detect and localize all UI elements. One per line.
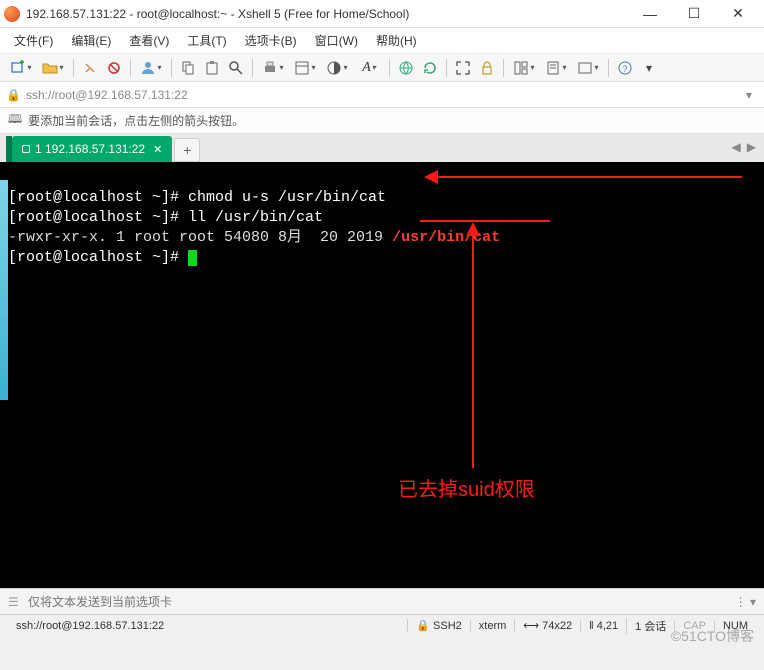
help-button[interactable]: ?	[614, 57, 636, 79]
menu-tools[interactable]: 工具(T)	[179, 29, 234, 52]
separator	[130, 59, 131, 77]
lock-icon: 🔒	[6, 88, 20, 102]
color-button[interactable]	[322, 57, 352, 79]
tab-label: 1 192.168.57.131:22	[35, 142, 145, 156]
open-button[interactable]	[38, 57, 68, 79]
reconnect-button[interactable]	[79, 57, 101, 79]
output-highlight: /usr/bin/cat	[392, 229, 500, 246]
find-button[interactable]	[225, 57, 247, 79]
status-cap: CAP	[674, 620, 714, 632]
separator	[389, 59, 390, 77]
globe-button[interactable]	[395, 57, 417, 79]
window-controls: — ☐ ✕	[628, 0, 760, 28]
output: -rwxr-xr-x. 1 root root 54080 8月 20 2019	[8, 229, 392, 246]
status-num: NUM	[714, 620, 756, 632]
separator	[73, 59, 74, 77]
compose-icon[interactable]: ☰	[8, 595, 22, 609]
address-bar: 🔒 ▾	[0, 82, 764, 108]
tip-text: 要添加当前会话，点击左侧的箭头按钮。	[28, 112, 244, 129]
tab-bar: 1 192.168.57.131:22 ✕ + ◀ ▶	[0, 134, 764, 162]
separator	[608, 59, 609, 77]
annotation-arrowhead	[424, 170, 438, 184]
disconnect-button[interactable]	[103, 57, 125, 79]
address-input[interactable]	[26, 88, 740, 102]
copy-button[interactable]	[177, 57, 199, 79]
font-button[interactable]: A	[354, 57, 384, 79]
menu-help[interactable]: 帮助(H)	[368, 29, 425, 52]
tip-bar: 🕮 要添加当前会话，点击左侧的箭头按钮。	[0, 108, 764, 134]
app-icon	[4, 6, 20, 22]
minimize-button[interactable]: —	[628, 0, 672, 28]
separator	[252, 59, 253, 77]
new-tab-button[interactable]: +	[174, 138, 200, 162]
command: chmod u-s /usr/bin/cat	[188, 189, 386, 206]
annotation-arrowhead	[466, 222, 480, 236]
svg-text:?: ?	[622, 64, 627, 74]
status-pos: ‖ 4,21	[580, 620, 626, 632]
annotation-underline	[420, 220, 550, 222]
tab-close-icon[interactable]: ✕	[153, 143, 162, 156]
tab-nav: ◀ ▶	[732, 140, 756, 154]
prompt: [root@localhost ~]#	[8, 189, 188, 206]
menu-window[interactable]: 窗口(W)	[307, 29, 366, 52]
session-tab[interactable]: 1 192.168.57.131:22 ✕	[12, 136, 172, 162]
properties-button[interactable]	[290, 57, 320, 79]
annotation-arrow	[472, 224, 474, 468]
script-button[interactable]	[541, 57, 571, 79]
profile-button[interactable]	[136, 57, 166, 79]
left-edge-decoration	[0, 180, 8, 400]
separator	[446, 59, 447, 77]
toolbar: A ? ▾	[0, 54, 764, 82]
bookmark-icon[interactable]: ▾	[746, 88, 752, 102]
lock-button[interactable]	[476, 57, 498, 79]
tab-status-icon	[22, 145, 30, 153]
status-conn: ssh://root@192.168.57.131:22	[8, 620, 407, 632]
tab-prev-button[interactable]: ◀	[732, 140, 741, 154]
fullscreen-button[interactable]	[452, 57, 474, 79]
menu-file[interactable]: 文件(F)	[6, 29, 61, 52]
prompt: [root@localhost ~]#	[8, 209, 188, 226]
compose-bar: ☰ ⋮ ▾	[0, 588, 764, 614]
close-button[interactable]: ✕	[716, 0, 760, 28]
menubar: 文件(F) 编辑(E) 查看(V) 工具(T) 选项卡(B) 窗口(W) 帮助(…	[0, 28, 764, 54]
compose-options-icon[interactable]: ⋮ ▾	[735, 595, 756, 609]
terminal[interactable]: [root@localhost ~]# chmod u-s /usr/bin/c…	[0, 162, 764, 588]
tab-next-button[interactable]: ▶	[747, 140, 756, 154]
menu-view[interactable]: 查看(V)	[121, 29, 177, 52]
new-session-button[interactable]	[6, 57, 36, 79]
paste-button[interactable]	[201, 57, 223, 79]
status-bar: ssh://root@192.168.57.131:22 🔒 SSH2 xter…	[0, 614, 764, 636]
separator	[503, 59, 504, 77]
command: ll /usr/bin/cat	[188, 209, 323, 226]
print-button[interactable]	[258, 57, 288, 79]
toolbar-overflow-button[interactable]: ▾	[638, 57, 660, 79]
window-title: 192.168.57.131:22 - root@localhost:~ - X…	[26, 7, 628, 21]
annotation-arrow	[432, 176, 742, 178]
layout-button[interactable]	[509, 57, 539, 79]
status-term: xterm	[470, 620, 515, 632]
separator	[171, 59, 172, 77]
encoding-button[interactable]	[573, 57, 603, 79]
titlebar: 192.168.57.131:22 - root@localhost:~ - X…	[0, 0, 764, 28]
status-size: ⟷ 74x22	[514, 619, 580, 632]
cursor	[188, 250, 197, 266]
menu-tab[interactable]: 选项卡(B)	[237, 29, 305, 52]
maximize-button[interactable]: ☐	[672, 0, 716, 28]
menu-edit[interactable]: 编辑(E)	[63, 29, 119, 52]
bookmark-tip-icon[interactable]: 🕮	[8, 110, 22, 131]
refresh-button[interactable]	[419, 57, 441, 79]
prompt: [root@localhost ~]#	[8, 249, 188, 266]
status-sessions: 1 会话	[626, 618, 674, 634]
compose-input[interactable]	[28, 595, 735, 609]
status-ssh: 🔒 SSH2	[407, 619, 470, 632]
annotation-label: 已去掉suid权限	[398, 480, 535, 500]
